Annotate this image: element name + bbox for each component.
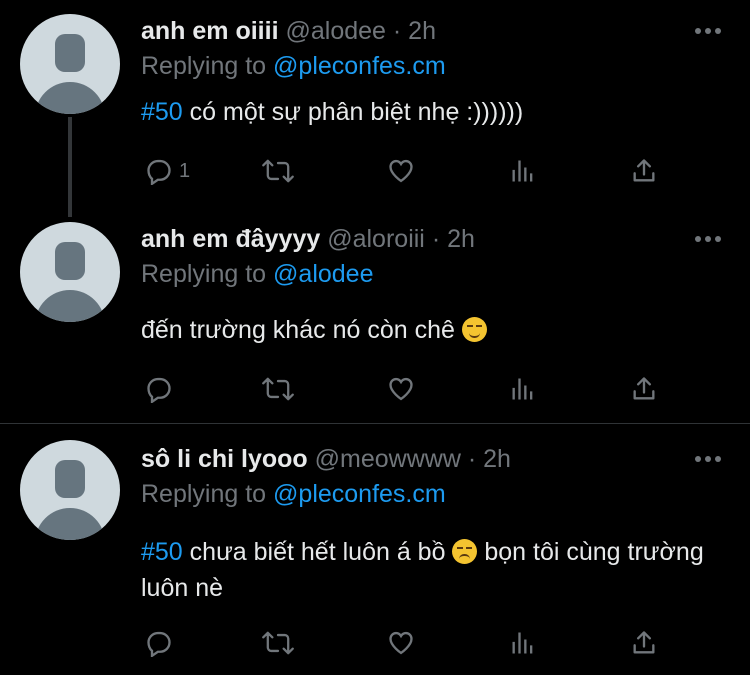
share-icon <box>633 159 655 182</box>
reply-icon <box>147 159 171 185</box>
analytics-button[interactable] <box>509 374 537 404</box>
share-icon <box>633 631 655 654</box>
avatar[interactable] <box>20 14 120 114</box>
tweet[interactable]: anh em oiiii @alodee · 2h Replying to @p… <box>0 0 750 220</box>
share-icon <box>633 377 655 400</box>
tweet-body: đến trường khác nó còn chê <box>141 316 462 344</box>
tweet[interactable]: sô li chi lyooo @meowwww · 2h Replying t… <box>0 424 750 675</box>
more-icon[interactable] <box>695 454 725 464</box>
share-button[interactable] <box>630 374 658 404</box>
reply-button[interactable] <box>145 628 173 658</box>
tweet-text: #50 có một sự phân biệt nhẹ :)))))) <box>141 94 731 130</box>
replying-to-line: Replying to @pleconfes.cm <box>141 52 446 81</box>
tweet-header: anh em oiiii @alodee · 2h <box>141 17 436 46</box>
more-icon[interactable] <box>695 234 725 244</box>
like-button[interactable] <box>386 374 416 404</box>
display-name[interactable]: anh em đâyyyy <box>141 225 320 253</box>
retweet-button[interactable] <box>261 156 295 186</box>
reply-button[interactable]: 1 <box>145 156 190 186</box>
reply-button[interactable] <box>145 374 173 404</box>
separator-dot: · <box>467 445 477 473</box>
analytics-icon <box>512 632 533 654</box>
timestamp[interactable]: 2h <box>447 225 475 253</box>
like-icon <box>389 631 413 655</box>
replying-to-label: Replying to <box>141 260 267 288</box>
mention-link[interactable]: @pleconfes.cm <box>273 52 446 80</box>
hashtag-link[interactable]: #50 <box>141 98 183 126</box>
share-button[interactable] <box>630 628 658 658</box>
like-button[interactable] <box>386 628 416 658</box>
timestamp[interactable]: 2h <box>483 445 511 473</box>
avatar[interactable] <box>20 222 120 322</box>
disappointed-face-emoji <box>452 539 478 564</box>
smirking-face-emoji <box>461 317 487 342</box>
replying-to-label: Replying to <box>141 480 267 508</box>
reply-icon <box>147 631 171 657</box>
retweet-button[interactable] <box>261 628 295 658</box>
tweet-actions <box>141 374 681 404</box>
separator-dot: · <box>392 17 402 45</box>
analytics-button[interactable] <box>509 156 537 186</box>
share-button[interactable] <box>630 156 658 186</box>
analytics-icon <box>512 378 533 400</box>
user-handle[interactable]: @meowwww <box>315 445 461 473</box>
tweet-actions <box>141 628 681 658</box>
tweet-header: anh em đâyyyy @aloroiii · 2h <box>141 225 475 254</box>
retweet-button[interactable] <box>261 374 295 404</box>
tweet-text: #50 chưa biết hết luôn á bồ bọn tôi cùng… <box>141 534 731 606</box>
like-icon <box>389 159 413 183</box>
tweet-text: đến trường khác nó còn chê <box>141 312 731 348</box>
retweet-icon <box>262 377 294 401</box>
retweet-icon <box>262 631 294 655</box>
avatar[interactable] <box>20 440 120 540</box>
analytics-icon <box>512 160 533 182</box>
display-name[interactable]: sô li chi lyooo <box>141 445 308 473</box>
replying-to-line: Replying to @pleconfes.cm <box>141 480 446 509</box>
replying-to-line: Replying to @alodee <box>141 260 373 289</box>
analytics-button[interactable] <box>509 628 537 658</box>
mention-link[interactable]: @pleconfes.cm <box>273 480 446 508</box>
replying-to-label: Replying to <box>141 52 267 80</box>
tweet[interactable]: anh em đâyyyy @aloroiii · 2h Replying to… <box>0 220 750 423</box>
reply-count: 1 <box>179 159 191 182</box>
tweet-body-start: chưa biết hết luôn á bồ <box>182 538 453 566</box>
display-name[interactable]: anh em oiiii <box>141 17 279 45</box>
retweet-icon <box>262 159 294 183</box>
like-icon <box>389 377 413 401</box>
separator-dot: · <box>431 225 441 253</box>
tweet-body: có một sự phân biệt nhẹ :)))))) <box>182 98 524 126</box>
thread-line <box>68 117 72 217</box>
tweet-header: sô li chi lyooo @meowwww · 2h <box>141 445 511 474</box>
user-handle[interactable]: @aloroiii <box>327 225 425 253</box>
mention-link[interactable]: @alodee <box>273 260 373 288</box>
reply-icon <box>147 377 171 403</box>
timestamp[interactable]: 2h <box>408 17 436 45</box>
hashtag-link[interactable]: #50 <box>141 538 183 566</box>
like-button[interactable] <box>386 156 416 186</box>
more-icon[interactable] <box>695 26 725 36</box>
user-handle[interactable]: @alodee <box>285 17 385 45</box>
tweet-actions: 1 <box>141 156 681 186</box>
